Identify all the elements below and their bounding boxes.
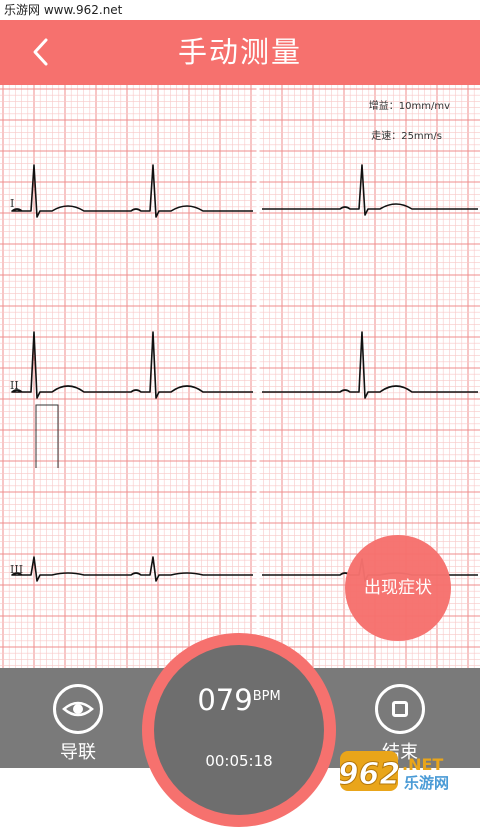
lead-button[interactable]: 导联 [38,684,118,768]
symptom-button[interactable]: 出现症状 [345,535,451,641]
logo-number: 962 [340,757,400,792]
lead-button-label: 导联 [60,742,96,763]
stop-icon [375,684,425,734]
bpm-value: 079 [197,683,253,717]
elapsed-timer: 00:05:18 [205,752,273,770]
ecg-trace [11,331,253,399]
gain-label: 增益：10mm/mv [368,101,450,112]
bpm-unit: BPM [252,689,281,704]
speed-label: 走速：25mm/s [371,131,442,142]
logo-suffix: .NET [402,755,443,774]
ecg-trace [11,164,253,218]
monitor-dial [154,645,324,815]
site-logo: 962 .NET 乐游网 [337,748,475,793]
eye-icon [53,684,103,734]
lead-label-3: III [10,563,24,576]
heart-rate-readout: 079BPM [154,683,324,717]
logo-sub: 乐游网 [404,774,449,792]
watermark-text: 乐游网 www.962.net [0,0,480,20]
ecg-trace [11,556,253,582]
page-title: 手动测量 [177,35,302,69]
header-bar: 手动测量 [0,20,480,85]
lead-label-2: II [10,379,19,392]
lead-label-1: I [10,197,15,210]
